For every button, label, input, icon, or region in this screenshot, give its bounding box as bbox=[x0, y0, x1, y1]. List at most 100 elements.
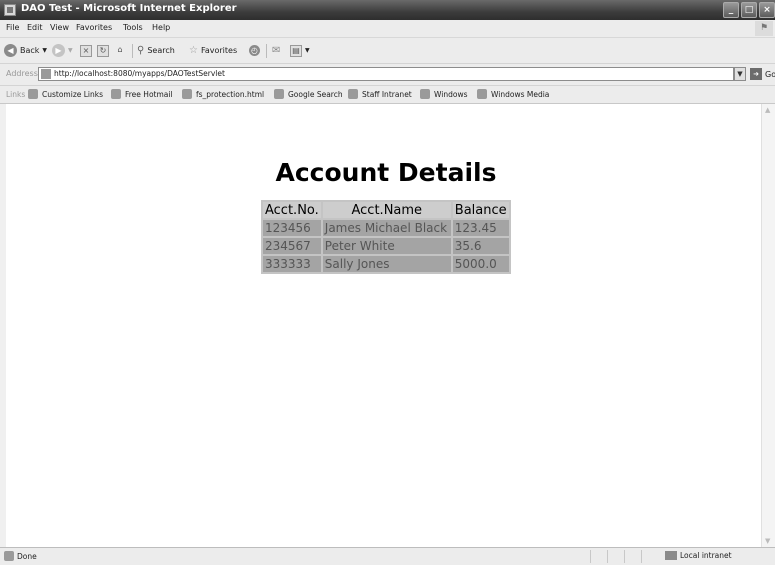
local-intranet-icon bbox=[665, 551, 677, 560]
ie-page-icon bbox=[28, 89, 38, 99]
balance-cell: 5000.0 bbox=[452, 256, 509, 272]
address-bar: Address http://localhost:8080/myapps/DAO… bbox=[0, 64, 775, 86]
menu-help[interactable]: Help bbox=[152, 23, 170, 32]
stop-icon: × bbox=[80, 44, 92, 57]
vertical-scrollbar[interactable]: ▲ ▼ bbox=[761, 104, 775, 547]
page-heading: Account Details bbox=[275, 158, 497, 187]
link-label: Windows Media bbox=[491, 89, 550, 99]
page-content: Account Details Acct.No. Acct.Name Balan… bbox=[6, 104, 761, 547]
window-controls: _ □ × bbox=[723, 2, 775, 18]
link-fs-protection[interactable]: fs_protection.html bbox=[182, 89, 264, 99]
close-button[interactable]: × bbox=[759, 2, 775, 18]
home-button[interactable]: ⌂ bbox=[114, 43, 126, 58]
acct-name-cell: James Michael Black bbox=[322, 220, 451, 236]
print-dropdown-icon: ▼ bbox=[305, 47, 310, 54]
toolbar-separator bbox=[132, 44, 133, 58]
ie-page-icon bbox=[274, 89, 284, 99]
link-google-search[interactable]: Google Search bbox=[274, 89, 343, 99]
ie-page-icon bbox=[348, 89, 358, 99]
go-button[interactable]: ➜ Go bbox=[750, 68, 775, 80]
link-customize-links[interactable]: Customize Links bbox=[28, 89, 103, 99]
stop-button[interactable]: × bbox=[80, 43, 92, 58]
favorites-button[interactable]: ☆ Favorites bbox=[189, 43, 237, 58]
standard-toolbar: ◀ Back ▼ ▶ ▼ × ↻ ⌂ ⚲ Search ☆ Favorites … bbox=[0, 38, 775, 64]
mail-button[interactable]: ✉ bbox=[272, 43, 280, 58]
balance-cell: 35.6 bbox=[452, 238, 509, 254]
minimize-button[interactable]: _ bbox=[723, 2, 739, 18]
link-free-hotmail[interactable]: Free Hotmail bbox=[111, 89, 173, 99]
link-label: Windows bbox=[434, 89, 468, 99]
ie-page-icon bbox=[477, 89, 487, 99]
history-button[interactable]: ◴ bbox=[249, 43, 260, 58]
windows-logo-icon: ⚑ bbox=[755, 21, 773, 36]
page-icon bbox=[41, 69, 51, 79]
acct-name-cell: Sally Jones bbox=[322, 256, 451, 272]
links-label: Links bbox=[6, 90, 26, 99]
favorites-label: Favorites bbox=[200, 46, 238, 55]
table-header-row: Acct.No. Acct.Name Balance bbox=[263, 202, 509, 218]
link-windows[interactable]: Windows bbox=[420, 89, 467, 99]
status-bar: Done Local intranet bbox=[0, 547, 775, 565]
acct-name-cell: Peter White bbox=[322, 238, 451, 254]
account-table: Acct.No. Acct.Name Balance 123456 James … bbox=[261, 200, 511, 274]
zone-label: Local intranet bbox=[680, 551, 732, 560]
column-header-acct-name: Acct.Name bbox=[322, 202, 451, 218]
app-icon[interactable] bbox=[4, 4, 16, 16]
address-field[interactable]: http://localhost:8080/myapps/DAOTestServ… bbox=[38, 67, 734, 81]
ie-page-icon bbox=[182, 89, 192, 99]
search-button[interactable]: ⚲ Search bbox=[137, 43, 175, 58]
ie-page-icon bbox=[4, 551, 14, 561]
window-title: DAO Test - Microsoft Internet Explorer bbox=[21, 3, 237, 14]
address-dropdown-icon[interactable]: ▼ bbox=[734, 67, 746, 81]
maximize-button[interactable]: □ bbox=[741, 2, 757, 18]
link-label: Google Search bbox=[288, 89, 343, 99]
search-icon: ⚲ bbox=[137, 45, 145, 56]
home-icon: ⌂ bbox=[117, 44, 123, 54]
menu-file[interactable]: File bbox=[6, 23, 19, 32]
scroll-down-icon[interactable]: ▼ bbox=[765, 537, 770, 545]
status-text: Done bbox=[17, 552, 37, 561]
column-header-balance: Balance bbox=[452, 202, 509, 218]
address-label: Address bbox=[6, 69, 38, 78]
back-button[interactable]: ◀ Back ▼ bbox=[4, 43, 47, 58]
forward-button[interactable]: ▶ ▼ bbox=[52, 43, 73, 58]
link-label: Free Hotmail bbox=[125, 89, 173, 99]
ie-page-icon bbox=[420, 89, 430, 99]
go-arrow-icon: ➜ bbox=[750, 68, 762, 80]
status-panel bbox=[641, 550, 658, 563]
go-label: Go bbox=[765, 69, 775, 79]
link-label: Staff Intranet bbox=[362, 89, 412, 99]
menu-favorites[interactable]: Favorites bbox=[76, 23, 112, 32]
menu-view[interactable]: View bbox=[50, 23, 69, 32]
back-label: Back bbox=[20, 46, 40, 55]
column-header-acct-no: Acct.No. bbox=[263, 202, 321, 218]
status-panel bbox=[590, 550, 607, 563]
link-staff-intranet[interactable]: Staff Intranet bbox=[348, 89, 412, 99]
back-dropdown-icon: ▼ bbox=[42, 47, 48, 54]
refresh-button[interactable]: ↻ bbox=[97, 43, 109, 58]
link-label: fs_protection.html bbox=[196, 89, 265, 99]
table-row: 234567 Peter White 35.6 bbox=[263, 238, 509, 254]
menu-edit[interactable]: Edit bbox=[27, 23, 43, 32]
print-button[interactable]: ▤ ▼ bbox=[290, 43, 310, 58]
search-label: Search bbox=[147, 46, 175, 55]
address-url: http://localhost:8080/myapps/DAOTestServ… bbox=[54, 69, 225, 78]
title-bar[interactable]: DAO Test - Microsoft Internet Explorer _… bbox=[0, 0, 775, 20]
star-icon: ☆ bbox=[189, 45, 198, 56]
scroll-up-icon[interactable]: ▲ bbox=[765, 106, 770, 114]
back-arrow-icon: ◀ bbox=[4, 44, 17, 57]
refresh-icon: ↻ bbox=[97, 44, 109, 57]
history-icon: ◴ bbox=[249, 45, 260, 56]
acct-no-cell: 234567 bbox=[263, 238, 321, 254]
mail-icon: ✉ bbox=[272, 45, 281, 56]
balance-cell: 123.45 bbox=[452, 220, 509, 236]
acct-no-cell: 333333 bbox=[263, 256, 321, 272]
ie-page-icon bbox=[111, 89, 121, 99]
menu-tools[interactable]: Tools bbox=[123, 23, 143, 32]
link-windows-media[interactable]: Windows Media bbox=[477, 89, 549, 99]
links-bar: Links Customize Links Free Hotmail fs_pr… bbox=[0, 86, 775, 104]
forward-arrow-icon: ▶ bbox=[52, 44, 65, 57]
security-zone[interactable]: Local intranet bbox=[665, 551, 732, 560]
status-panel bbox=[624, 550, 641, 563]
toolbar-separator bbox=[266, 44, 267, 58]
